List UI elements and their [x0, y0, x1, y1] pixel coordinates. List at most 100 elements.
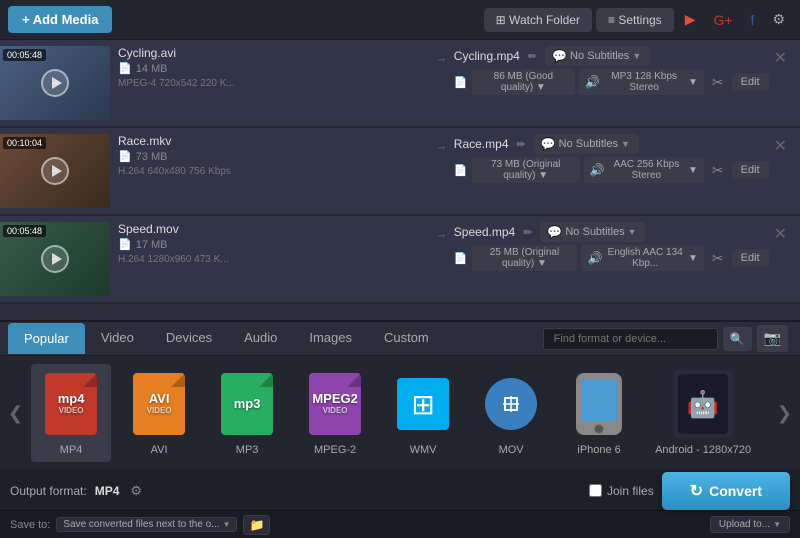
format-search-button[interactable]: 🔍 — [723, 327, 752, 351]
audio-info-item2: AAC 256 Kbps Stereo — [608, 159, 685, 181]
bottom-bar: Output format: MP4 ⚙ Join files ↻ Conver… — [0, 470, 800, 510]
format-card-label-mpeg2: MPEG-2 — [314, 444, 356, 456]
subtitle-dropdown-item2[interactable]: 💬 No Subtitles ▼ — [534, 134, 639, 154]
media-row-top-item2: Race.mkv — [118, 134, 433, 148]
output-edit-icon-button-item1[interactable]: ✏ — [526, 50, 539, 63]
format-card-avi[interactable]: AVIVIDEO AVI — [119, 364, 199, 462]
play-triangle-icon — [52, 77, 62, 89]
media-filename-item1: Cycling.avi — [118, 46, 176, 60]
audio-dropdown-button-item2[interactable]: 🔊 AAC 256 Kbps Stereo ▼ — [584, 157, 704, 183]
join-files-label: Join files — [607, 484, 654, 498]
remove-button-item1[interactable]: ✕ — [769, 46, 792, 70]
subtitle-dropdown-item3[interactable]: 💬 No Subtitles ▼ — [540, 222, 645, 242]
speaker-icon-item2: 🔊 — [590, 163, 605, 177]
join-files-checkbox[interactable] — [589, 484, 602, 497]
format-icon-iphone — [569, 370, 629, 438]
youtube-icon-button[interactable]: ▶ — [678, 6, 703, 33]
output-file-icon-item3: 📄 — [454, 252, 468, 265]
play-button-item3[interactable] — [41, 245, 69, 273]
convert-button[interactable]: ↻ Convert — [662, 472, 790, 510]
audio-dropdown-button-item1[interactable]: 🔊 MP3 128 Kbps Stereo ▼ — [579, 69, 704, 95]
format-card-android[interactable]: 🤖 Android - 1280x720 — [647, 364, 759, 462]
remove-button-item2[interactable]: ✕ — [769, 134, 792, 158]
format-card-mpeg2[interactable]: MPEG2VIDEO MPEG-2 — [295, 364, 375, 462]
media-size-item2: 73 MB — [136, 151, 168, 163]
edit-button-item2[interactable]: Edit — [732, 161, 769, 179]
remove-button-item3[interactable]: ✕ — [769, 222, 792, 246]
format-card-mp3[interactable]: mp3 MP3 — [207, 364, 287, 462]
output-filename-item2: Race.mp4 — [454, 137, 509, 151]
media-tech-item3: H.264 1280x960 473 K... — [118, 254, 433, 265]
gplus-icon-button[interactable]: G+ — [706, 7, 739, 33]
tab-devices[interactable]: Devices — [150, 322, 228, 355]
size-dropdown-button-item3[interactable]: 25 MB (Original quality) ▼ — [472, 245, 578, 271]
format-icon-avi: AVIVIDEO — [129, 370, 189, 438]
edit-button-item3[interactable]: Edit — [732, 249, 769, 267]
scroll-right-arrow[interactable]: ❯ — [769, 364, 800, 462]
media-tech-item1: MPEG-4 720x542 220 K... — [118, 78, 433, 89]
save-to-path-button[interactable]: Save converted files next to the o... ▼ — [56, 517, 237, 532]
scissors-button-item1[interactable]: ✂ — [708, 74, 728, 91]
size-dropdown-button-item2[interactable]: 73 MB (Original quality) ▼ — [472, 157, 580, 183]
size-dropdown-button-item1[interactable]: 86 MB (Good quality) ▼ — [472, 69, 576, 95]
format-text-avi: AVIVIDEO — [147, 392, 172, 415]
media-item-item1: 00:05:48 Cycling.avi 📄 14 MB MPEG-4 720x… — [0, 40, 800, 128]
scissors-button-item2[interactable]: ✂ — [708, 162, 728, 179]
format-card-label-android: Android - 1280x720 — [655, 444, 751, 456]
format-card-wmv[interactable]: ⊞ WMV — [383, 364, 463, 462]
play-triangle-icon — [52, 165, 62, 177]
arrow-container-item3: → — [433, 222, 454, 241]
subtitle-icon-item1: 💬 — [552, 49, 567, 63]
format-search-input[interactable] — [543, 328, 718, 350]
media-filename-item2: Race.mkv — [118, 134, 171, 148]
play-button-item2[interactable] — [41, 157, 69, 185]
facebook-icon-button[interactable]: f — [744, 7, 762, 33]
tab-video[interactable]: Video — [85, 322, 150, 355]
format-card-label-wmv: WMV — [410, 444, 437, 456]
file-icon-item2: 📄 — [118, 150, 132, 163]
play-button-item1[interactable] — [41, 69, 69, 97]
subtitle-text-item3: No Subtitles — [565, 226, 624, 238]
upload-to-button[interactable]: Upload to... ▼ — [710, 516, 790, 533]
format-card-mp4[interactable]: mp4VIDEO MP4 — [31, 364, 111, 462]
android-bg: 🤖 — [673, 370, 733, 438]
audio-dropdown-button-item3[interactable]: 🔊 English AAC 134 Kbp... ▼ — [581, 245, 703, 271]
arrow-right-icon-item3: → — [435, 226, 448, 241]
watch-folder-button[interactable]: ⊞ Watch Folder — [484, 8, 592, 32]
tab-images[interactable]: Images — [293, 322, 368, 355]
tab-custom[interactable]: Custom — [368, 322, 445, 355]
media-thumbnail-item2: 00:10:04 — [0, 134, 110, 208]
output-filename-item3: Speed.mp4 — [454, 225, 515, 239]
media-thumbnail-item1: 00:05:48 — [0, 46, 110, 120]
output-edit-icon-button-item3[interactable]: ✏ — [521, 226, 534, 239]
format-card-label-avi: AVI — [151, 444, 168, 456]
save-to-path: Save converted files next to the o... — [63, 519, 219, 530]
format-card-mov[interactable]: MOV — [471, 364, 551, 462]
tab-popular[interactable]: Popular — [8, 323, 85, 354]
tab-audio[interactable]: Audio — [228, 322, 293, 355]
settings-button[interactable]: ≡ Settings — [596, 8, 674, 32]
media-info-item3: Speed.mov 📄 17 MB H.264 1280x960 473 K..… — [118, 222, 433, 265]
add-media-button[interactable]: + Add Media — [8, 6, 112, 33]
media-info-item1: Cycling.avi 📄 14 MB MPEG-4 720x542 220 K… — [118, 46, 433, 89]
format-icon-android: 🤖 — [673, 370, 733, 438]
scissors-button-item3[interactable]: ✂ — [708, 250, 728, 267]
output-edit-icon-button-item2[interactable]: ✏ — [515, 138, 528, 151]
scroll-left-arrow[interactable]: ❮ — [0, 364, 31, 462]
output-settings-button[interactable]: ⚙ — [127, 483, 145, 499]
format-sub-mpeg2: VIDEO — [312, 407, 358, 416]
folder-browse-button[interactable]: 📁 — [243, 515, 270, 535]
format-icon-wmv: ⊞ — [393, 370, 453, 438]
format-card-iphone6[interactable]: iPhone 6 — [559, 364, 639, 462]
subtitle-caret-icon-item2: ▼ — [621, 139, 630, 149]
subtitle-text-item1: No Subtitles — [570, 50, 629, 62]
media-info-item2: Race.mkv 📄 73 MB H.264 640x480 756 Kbps — [118, 134, 433, 177]
format-scan-button[interactable]: 📷 — [757, 325, 788, 352]
convert-icon: ↻ — [690, 481, 703, 501]
android-robot-icon: 🤖 — [687, 389, 719, 420]
gear-icon-button[interactable]: ⚙ — [765, 6, 792, 33]
edit-button-item1[interactable]: Edit — [732, 73, 769, 91]
media-tech-item2: H.264 640x480 756 Kbps — [118, 166, 433, 177]
subtitle-dropdown-item1[interactable]: 💬 No Subtitles ▼ — [545, 46, 650, 66]
format-cards: mp4VIDEO MP4 AVIVIDEO AVI mp3 — [31, 364, 769, 462]
